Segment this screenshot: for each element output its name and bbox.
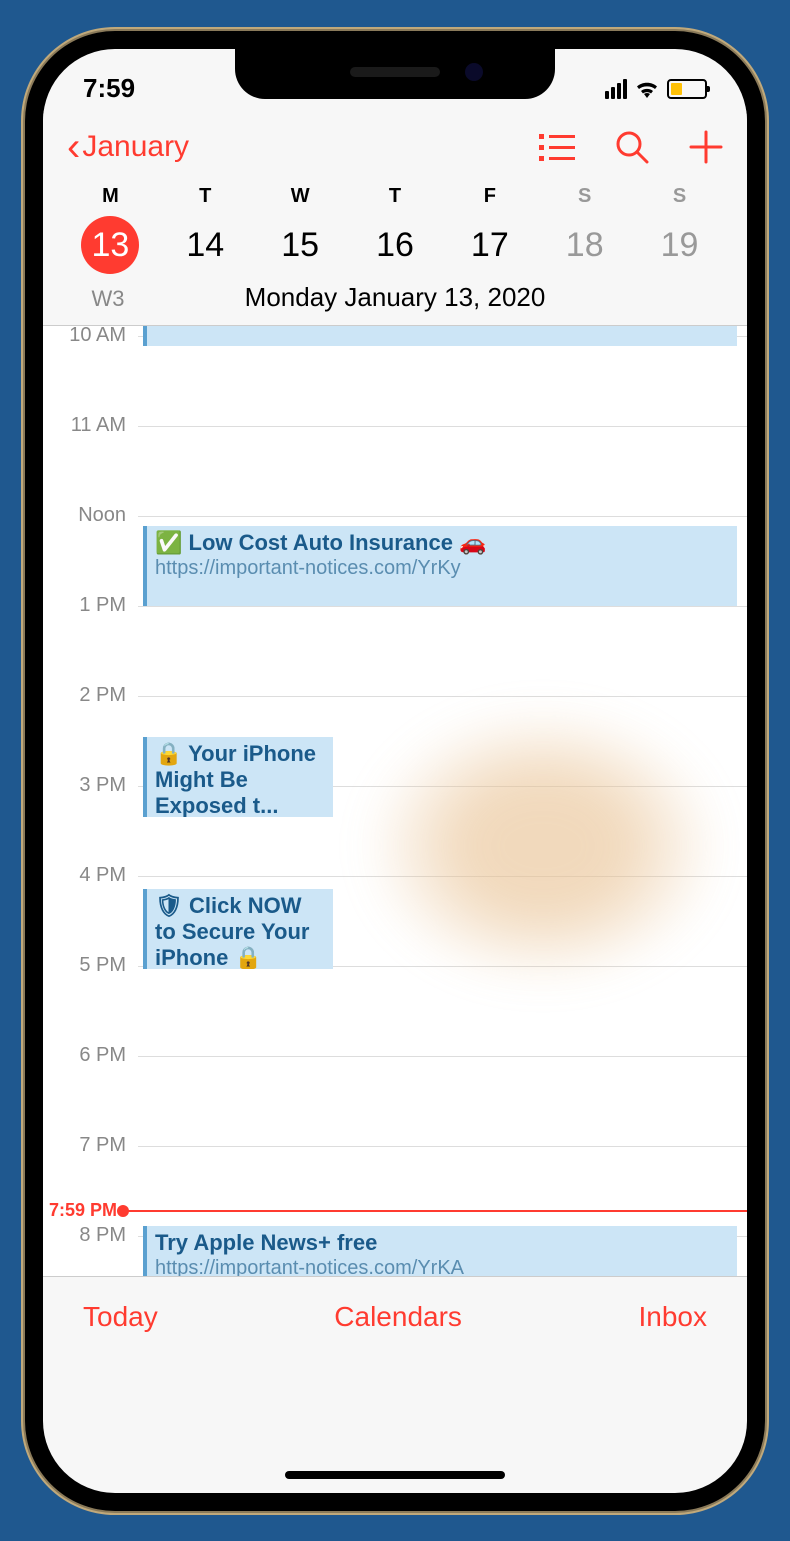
- back-label: January: [82, 130, 189, 164]
- calendar-event[interactable]: ✅ Low Cost Auto Insurance 🚗https://impor…: [143, 526, 737, 606]
- list-icon[interactable]: [539, 132, 575, 162]
- search-icon[interactable]: [615, 130, 649, 164]
- date-row: W3 Monday January 13, 2020: [43, 274, 747, 326]
- add-icon[interactable]: [689, 130, 723, 164]
- weekday-label: T: [158, 185, 253, 208]
- nav-bar: ‹ January: [43, 109, 747, 175]
- hour-label: 8 PM: [43, 1224, 138, 1247]
- calendar-event[interactable]: 🛡 Click NOW to Secure Your iPhone 🔒htt..…: [143, 889, 333, 969]
- day-number[interactable]: 18: [556, 216, 614, 274]
- hour-label: 1 PM: [43, 594, 138, 617]
- calendar-event[interactable]: 🔒 Your iPhone Might Be Exposed t...: [143, 737, 333, 817]
- hour-label: 5 PM: [43, 954, 138, 977]
- day-column[interactable]: F 17: [442, 185, 537, 274]
- day-column[interactable]: M 13: [63, 185, 158, 274]
- home-indicator[interactable]: [285, 1471, 505, 1479]
- toolbar: Today Calendars Inbox: [43, 1276, 747, 1357]
- battery-icon: [667, 79, 707, 99]
- full-date: Monday January 13, 2020: [63, 282, 727, 313]
- day-column[interactable]: T 14: [158, 185, 253, 274]
- day-number[interactable]: 19: [651, 216, 709, 274]
- week-header: M 13 T 14 W 15 T 16 F 17 S 18 S 19: [43, 175, 747, 274]
- weekday-label: S: [632, 185, 727, 208]
- hour-label: 10 AM: [43, 326, 138, 347]
- hour-label: 2 PM: [43, 684, 138, 707]
- day-number[interactable]: 15: [271, 216, 329, 274]
- current-time-label: 7:59 PM: [43, 1200, 123, 1221]
- event-title: Try Apple News+ free: [155, 1230, 729, 1256]
- hour-label: 11 AM: [43, 414, 138, 437]
- weekday-label: M: [63, 185, 158, 208]
- notch: [235, 49, 555, 99]
- wifi-icon: [635, 80, 659, 98]
- hour-label: 4 PM: [43, 864, 138, 887]
- day-column[interactable]: T 16: [348, 185, 443, 274]
- timeline[interactable]: 10 AM 11 AM Noon 1 PM 2 PM 3 PM 4 PM 5 PM 6 PM 7 …: [43, 326, 747, 1276]
- event-title: ✅ Low Cost Auto Insurance 🚗: [155, 530, 729, 556]
- hour-label: Noon: [43, 504, 138, 527]
- day-number[interactable]: 13: [81, 216, 139, 274]
- event-title: 🔒 Your iPhone Might Be Exposed t...: [155, 741, 325, 817]
- weekday-label: S: [537, 185, 632, 208]
- day-column[interactable]: W 15: [253, 185, 348, 274]
- hour-label: 3 PM: [43, 774, 138, 797]
- event-url: https://important-notices.com/YrKy: [155, 556, 729, 580]
- signal-icon: [605, 79, 627, 99]
- status-time: 7:59: [83, 73, 135, 104]
- day-number[interactable]: 14: [176, 216, 234, 274]
- current-time-indicator: 7:59 PM: [43, 1210, 747, 1212]
- hour-label: 6 PM: [43, 1044, 138, 1067]
- day-number[interactable]: 16: [366, 216, 424, 274]
- chevron-left-icon: ‹: [67, 127, 80, 167]
- current-time-dot: [117, 1205, 129, 1217]
- day-column[interactable]: S 19: [632, 185, 727, 274]
- back-button[interactable]: ‹ January: [67, 127, 189, 167]
- event-title: 🛡 Click NOW to Secure Your iPhone 🔒: [155, 893, 325, 969]
- day-number[interactable]: 17: [461, 216, 519, 274]
- event-url: https://important-notices.com/YrKA: [155, 1256, 729, 1276]
- calendar-event[interactable]: https://important-notices.com/YrKt: [143, 326, 737, 346]
- day-column[interactable]: S 18: [537, 185, 632, 274]
- today-button[interactable]: Today: [83, 1301, 158, 1333]
- calendar-event[interactable]: Try Apple News+ freehttps://important-no…: [143, 1226, 737, 1276]
- weekday-label: F: [442, 185, 537, 208]
- inbox-button[interactable]: Inbox: [638, 1301, 707, 1333]
- weekday-label: W: [253, 185, 348, 208]
- hour-label: 7 PM: [43, 1134, 138, 1157]
- weekday-label: T: [348, 185, 443, 208]
- calendars-button[interactable]: Calendars: [334, 1301, 462, 1333]
